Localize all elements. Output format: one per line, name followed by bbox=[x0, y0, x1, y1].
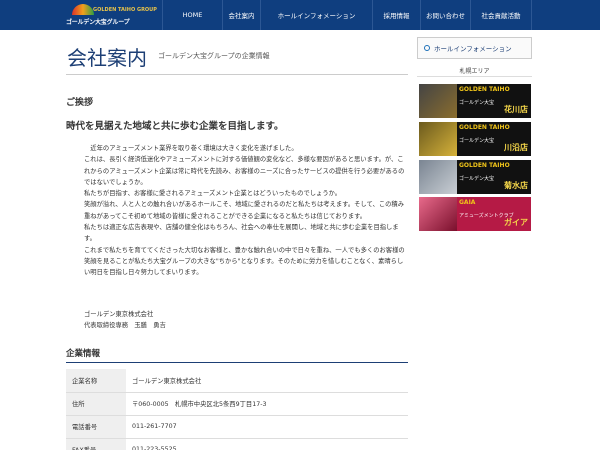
paragraph: これは、長引く経済低迷化やアミューズメントに対する価値観の変化など、多様な要因が… bbox=[84, 156, 405, 186]
banner-shop: 菊水店 bbox=[504, 181, 528, 190]
company-info-table: 企業名称 ゴールデン東京株式会社 住所 〒060-0005 札幌市中央区北5条西… bbox=[66, 369, 408, 450]
table-row: 企業名称 ゴールデン東京株式会社 bbox=[66, 369, 408, 393]
banner-shop: 花川店 bbox=[504, 105, 528, 114]
paragraph: 近年のアミューズメント業界を取り巻く環境は大きく変化を遂げました。 bbox=[84, 145, 298, 152]
paragraph: 私たちが目指す、お客様に愛されるアミューズメント企業とはどういったものでしょうか… bbox=[84, 190, 342, 198]
greeting-body: 近年のアミューズメント業界を取り巻く環境は大きく変化を遂げました。 これは、長引… bbox=[84, 143, 406, 279]
row-label: 電話番号 bbox=[66, 415, 126, 439]
table-row: 電話番号 011-261-7707 bbox=[66, 415, 408, 439]
banner-kawazoe[interactable]: GOLDEN TAIHO ゴールデン大宝 川沿店 bbox=[419, 122, 531, 156]
title-divider bbox=[66, 74, 408, 75]
paragraph: これまで私たちを育ててくださった大切なお客様と、豊かな触れ合いの中で日々を重ね、… bbox=[84, 246, 405, 277]
banner-brand: GAIA bbox=[459, 199, 476, 206]
store-photo bbox=[419, 84, 457, 118]
table-row: FAX番号 011-223-5525 bbox=[66, 438, 408, 450]
banner-brand: GOLDEN TAIHO bbox=[459, 162, 510, 169]
table-row: 住所 〒060-0005 札幌市中央区北5条西9丁目17-3 bbox=[66, 392, 408, 416]
store-photo bbox=[419, 160, 457, 194]
circle-icon bbox=[424, 45, 430, 51]
banner-brand: GOLDEN TAIHO bbox=[459, 86, 510, 93]
row-label: 企業名称 bbox=[66, 369, 126, 393]
nav-company[interactable]: 会社案内 bbox=[222, 0, 260, 30]
logo-text: ゴールデン大宝グループ bbox=[66, 19, 130, 26]
banner-tag: ゴールデン大宝 bbox=[459, 176, 495, 182]
nav-social[interactable]: 社会貢献活動 bbox=[470, 0, 532, 30]
paragraph: 私たちは適正な広告表現や、店舗の健全化はもちろん、社会への奉仕を展開し、地域と共… bbox=[84, 224, 399, 243]
nav-home[interactable]: HOME bbox=[162, 0, 222, 30]
company-info-heading: 企業情報 bbox=[66, 349, 101, 359]
store-photo bbox=[419, 197, 457, 231]
page-title: 会社案内 bbox=[67, 46, 147, 70]
signature-person: 代表取締役専務 玉膳 勇吉 bbox=[84, 322, 166, 330]
area-divider bbox=[417, 76, 532, 77]
banner-tag: ゴールデン大宝 bbox=[459, 100, 495, 106]
area-label: 札幌エリア bbox=[459, 68, 490, 75]
hall-info-link[interactable]: ホールインフォメーション bbox=[417, 37, 532, 59]
greeting-heading: ご挨拶 bbox=[66, 98, 94, 108]
banner-hanakawa[interactable]: GOLDEN TAIHO ゴールデン大宝 花川店 bbox=[419, 84, 531, 118]
banner-gaia[interactable]: GAIA アミューズメントクラブ ガイア bbox=[419, 197, 531, 231]
top-nav-bar: GOLDEN TAIHO GROUP ゴールデン大宝グループ HOME 会社案内… bbox=[0, 0, 600, 30]
hall-info-label: ホールインフォメーション bbox=[434, 45, 512, 53]
signature-company: ゴールデン東京株式会社 bbox=[84, 311, 154, 318]
banner-brand: GOLDEN TAIHO bbox=[459, 124, 510, 131]
row-label: 住所 bbox=[66, 392, 126, 416]
row-value: 011-261-7707 bbox=[126, 415, 408, 439]
nav-hall-info[interactable]: ホールインフォメーション bbox=[260, 0, 372, 30]
row-value: 〒060-0005 札幌市中央区北5条西9丁目17-3 bbox=[126, 392, 408, 416]
logo-subtext: GOLDEN TAIHO GROUP bbox=[93, 7, 157, 13]
signature: ゴールデン東京株式会社 代表取締役専務 玉膳 勇吉 bbox=[84, 309, 166, 332]
nav-contact[interactable]: お問い合わせ bbox=[420, 0, 470, 30]
nav-recruit[interactable]: 採用情報 bbox=[372, 0, 420, 30]
company-info-divider bbox=[66, 362, 408, 363]
row-value: ゴールデン東京株式会社 bbox=[126, 369, 408, 393]
banner-shop: ガイア bbox=[504, 218, 528, 227]
store-photo bbox=[419, 122, 457, 156]
headline: 時代を見据えた地域と共に歩む企業を目指します。 bbox=[66, 121, 284, 132]
banner-tag: ゴールデン大宝 bbox=[459, 138, 495, 144]
page-subtitle: ゴールデン大宝グループの企業情報 bbox=[158, 52, 270, 60]
paragraph: 笑顔が溢れ、人と人との触れ合いがあるホールこそ、地域に愛されるのだと私たちは考え… bbox=[84, 201, 405, 220]
row-label: FAX番号 bbox=[66, 438, 126, 450]
banner-shop: 川沿店 bbox=[504, 143, 528, 152]
banner-kikusui[interactable]: GOLDEN TAIHO ゴールデン大宝 菊水店 bbox=[419, 160, 531, 194]
logo-arc-icon bbox=[72, 4, 94, 15]
row-value: 011-223-5525 bbox=[126, 438, 408, 450]
company-logo[interactable]: GOLDEN TAIHO GROUP ゴールデン大宝グループ bbox=[66, 4, 157, 26]
